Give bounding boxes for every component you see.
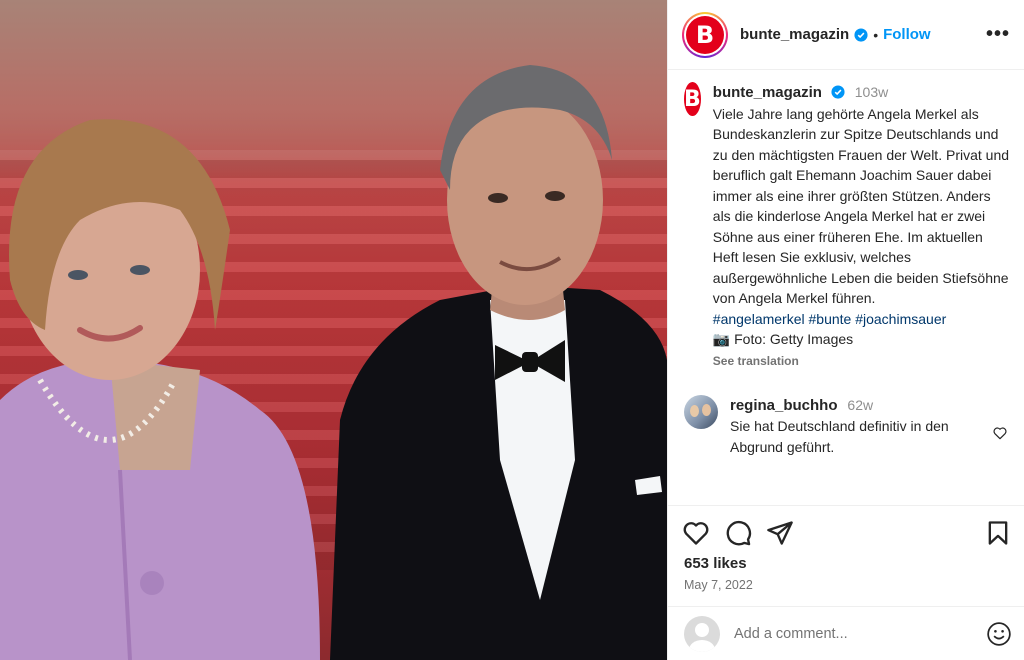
comment-bubble-icon[interactable] [724,519,752,547]
post-header: B bunte_magazin • Follow ••• [668,0,1024,70]
caption: B bunte_magazin 103w Viele Jahre lang ge… [684,82,1010,371]
user-avatar [684,616,720,652]
caption-text: Viele Jahre lang gehörte Angela Merkel a… [712,105,1010,307]
share-paper-plane-icon[interactable] [766,519,794,547]
separator-dot: • [873,26,879,43]
like-comment-heart-icon[interactable] [992,425,1008,441]
like-heart-icon[interactable] [682,519,710,547]
caption-age[interactable]: 103w [855,84,888,100]
caption-username[interactable]: bunte_magazin [713,84,822,101]
bookmark-icon[interactable] [984,519,1012,547]
comment-age[interactable]: 62w [847,397,873,413]
verified-badge-icon [831,85,845,99]
comment-composer [668,606,1024,660]
account-name[interactable]: bunte_magazin [740,26,849,43]
story-avatar[interactable]: B [682,11,728,58]
follow-button[interactable]: Follow [883,26,931,43]
photo-credit: 📷 Foto: Getty Images [712,331,854,347]
caption-hashtags[interactable]: #angelamerkel #bunte #joachimsauer [713,309,1010,330]
likes-count[interactable]: 653 likes [668,555,1024,572]
see-translation-link[interactable]: See translation [713,351,1010,372]
verified-badge-icon [854,27,868,42]
post-date[interactable]: May 7, 2022 [668,578,1024,592]
emoji-smiley-icon[interactable] [986,621,1012,647]
comment-item: regina_buchho 62w Sie hat Deutschland de… [684,395,1010,458]
comment-username[interactable]: regina_buchho [730,397,838,414]
more-options-icon[interactable]: ••• [986,23,1010,46]
add-comment-input[interactable] [734,626,964,642]
post-photo[interactable] [0,0,667,660]
post-sidebar: B bunte_magazin • Follow ••• B bunte_mag… [667,0,1024,660]
caption-avatar[interactable]: B [684,82,701,116]
instagram-post-view: B bunte_magazin • Follow ••• B bunte_mag… [0,0,1024,660]
post-actions: 653 likes May 7, 2022 [668,505,1024,660]
photo-illustration [0,65,667,660]
commenter-avatar[interactable] [684,395,718,429]
comment-text: Sie hat Deutschland definitiv in den Abg… [730,418,949,455]
brand-logo: B [686,15,724,54]
comments-area: B bunte_magazin 103w Viele Jahre lang ge… [668,70,1024,497]
